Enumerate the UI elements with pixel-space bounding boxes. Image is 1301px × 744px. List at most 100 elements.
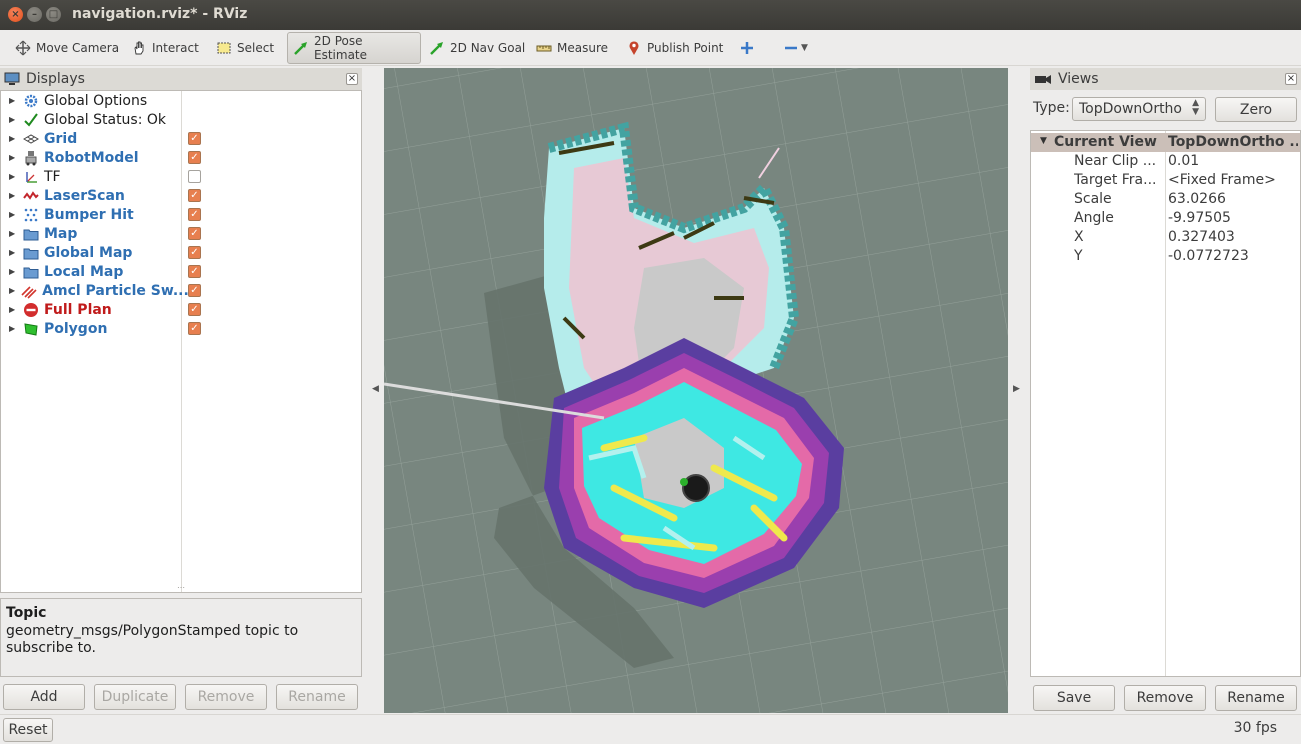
move-camera-icon — [15, 40, 31, 56]
zero-button[interactable]: Zero — [1215, 97, 1297, 122]
display-item-tf[interactable]: ▶ TF — [1, 167, 179, 186]
expand-arrow-icon[interactable]: ▶ — [9, 229, 17, 238]
view-property-row[interactable]: Angle -9.97505 — [1031, 209, 1300, 228]
view-property-value[interactable]: -0.0772723 — [1168, 248, 1298, 264]
expand-arrow-icon[interactable]: ▶ — [9, 172, 17, 181]
display-item-global-options[interactable]: ▶ Global Options — [1, 91, 179, 110]
display-item-grid[interactable]: ▶ Grid — [1, 129, 179, 148]
window-title: navigation.rviz* - RViz — [72, 6, 248, 22]
view-property-value[interactable]: -9.97505 — [1168, 210, 1298, 226]
expand-arrow-icon[interactable]: ▶ — [9, 96, 17, 105]
displays-panel: Displays × ▶ Global Options ▶ Global Status… — [0, 68, 362, 713]
close-icon[interactable]: × — [346, 73, 358, 85]
rename-view-button[interactable]: Rename — [1215, 685, 1297, 711]
enable-checkbox[interactable]: ✓ — [188, 265, 201, 278]
expand-arrow-icon[interactable]: ▼ — [1040, 136, 1047, 146]
close-icon[interactable]: × — [1285, 73, 1297, 85]
enable-checkbox[interactable]: ✓ — [188, 208, 201, 221]
2d-pose-estimate-label: 2D Pose Estimate — [314, 34, 368, 62]
view-property-value[interactable]: 63.0266 — [1168, 191, 1298, 207]
publish-point-tool[interactable]: Publish Point — [621, 34, 728, 62]
view-type-value: TopDownOrtho — [1079, 101, 1182, 117]
expand-arrow-icon[interactable]: ▶ — [9, 324, 17, 333]
remove-button[interactable]: Remove — [185, 684, 267, 710]
interact-tool[interactable]: Interact — [126, 34, 204, 62]
expand-arrow-icon[interactable]: ▶ — [9, 305, 17, 314]
view-property-row[interactable]: Y -0.0772723 — [1031, 247, 1300, 266]
render-viewport[interactable] — [384, 68, 1008, 713]
duplicate-button[interactable]: Duplicate — [94, 684, 176, 710]
move-camera-tool[interactable]: Move Camera — [10, 34, 124, 62]
enable-checkbox[interactable]: ✓ — [188, 189, 201, 202]
2d-pose-estimate-tool[interactable]: 2D Pose Estimate — [287, 32, 421, 64]
enable-checkbox[interactable]: ✓ — [188, 132, 201, 145]
enable-checkbox[interactable]: ✓ — [188, 151, 201, 164]
display-item-label: Global Map — [44, 244, 133, 261]
robot-icon — [23, 150, 39, 166]
enable-checkbox[interactable]: ✓ — [188, 227, 201, 240]
view-property-row[interactable]: X 0.327403 — [1031, 228, 1300, 247]
view-property-row[interactable]: Near Clip ... 0.01 — [1031, 152, 1300, 171]
display-item-global-status-ok[interactable]: ▶ Global Status: Ok — [1, 110, 179, 129]
enable-checkbox[interactable]: ✓ — [188, 322, 201, 335]
displays-title: Displays — [26, 71, 85, 87]
add-tool-button[interactable] — [734, 34, 760, 62]
display-item-map[interactable]: ▶ Map — [1, 224, 179, 243]
display-item-label: Grid — [44, 130, 78, 147]
display-item-label: Global Options — [44, 92, 148, 109]
type-label: Type: — [1033, 100, 1070, 116]
left-splitter-handle[interactable]: ◀ — [372, 384, 379, 394]
expand-arrow-icon[interactable]: ▶ — [9, 267, 17, 276]
display-item-amcl-particle-sw[interactable]: ▶ Amcl Particle Sw... — [1, 281, 189, 300]
add-button[interactable]: Add — [3, 684, 85, 710]
expand-arrow-icon[interactable]: ▶ — [9, 191, 17, 200]
green-arrow-icon — [293, 40, 309, 56]
save-button[interactable]: Save — [1033, 685, 1115, 711]
display-item-global-map[interactable]: ▶ Global Map — [1, 243, 179, 262]
view-type-select[interactable]: TopDownOrtho ▲ ▼ — [1072, 97, 1206, 121]
expand-arrow-icon[interactable]: ▶ — [9, 134, 17, 143]
enable-checkbox[interactable] — [188, 170, 201, 183]
view-property-value[interactable]: 0.01 — [1168, 153, 1298, 169]
right-splitter-handle[interactable]: ▶ — [1013, 384, 1020, 394]
display-item-bumper-hit[interactable]: ▶ Bumper Hit — [1, 205, 179, 224]
views-tree: ▼ Current View TopDownOrtho ... Near Cli… — [1030, 130, 1301, 677]
measure-tool[interactable]: Measure — [531, 34, 613, 62]
remove-view-button[interactable]: Remove — [1124, 685, 1206, 711]
view-property-name: Y — [1074, 248, 1083, 264]
measure-label: Measure — [557, 41, 608, 55]
2d-nav-goal-tool[interactable]: 2D Nav Goal — [424, 34, 530, 62]
current-view-row[interactable]: ▼ Current View TopDownOrtho ... — [1031, 133, 1300, 152]
expand-arrow-icon[interactable]: ▶ — [9, 286, 15, 295]
view-property-value[interactable]: 0.327403 — [1168, 229, 1298, 245]
expand-arrow-icon[interactable]: ▶ — [9, 153, 17, 162]
view-property-row[interactable]: Target Fra... <Fixed Frame> — [1031, 171, 1300, 190]
maximize-window-icon[interactable]: □ — [46, 7, 61, 22]
laser-icon — [23, 188, 39, 204]
display-item-polygon[interactable]: ▶ Polygon — [1, 319, 179, 338]
enable-checkbox[interactable]: ✓ — [188, 303, 201, 316]
display-item-label: Global Status: Ok — [44, 111, 167, 128]
view-property-name: Target Fra... — [1074, 172, 1157, 188]
map-pin-icon — [626, 40, 642, 56]
close-window-icon[interactable]: × — [8, 7, 23, 22]
enable-checkbox[interactable]: ✓ — [188, 284, 201, 297]
remove-tool-button[interactable]: ▼ — [778, 34, 813, 62]
plus-icon — [739, 40, 755, 56]
expand-arrow-icon[interactable]: ▶ — [9, 248, 17, 257]
enable-checkbox[interactable]: ✓ — [188, 246, 201, 259]
move-camera-label: Move Camera — [36, 41, 120, 55]
select-tool[interactable]: Select — [211, 34, 279, 62]
rename-button[interactable]: Rename — [276, 684, 358, 710]
display-item-robotmodel[interactable]: ▶ RobotModel — [1, 148, 179, 167]
expand-arrow-icon[interactable]: ▶ — [9, 115, 17, 124]
display-item-local-map[interactable]: ▶ Local Map — [1, 262, 179, 281]
minimize-window-icon[interactable]: – — [27, 7, 42, 22]
expand-arrow-icon[interactable]: ▶ — [9, 210, 17, 219]
reset-button[interactable]: Reset — [3, 718, 53, 742]
display-item-laserscan[interactable]: ▶ LaserScan — [1, 186, 179, 205]
chevron-down-icon: ▼ — [801, 43, 808, 53]
view-property-value[interactable]: <Fixed Frame> — [1168, 172, 1298, 188]
display-item-full-plan[interactable]: ▶ Full Plan — [1, 300, 179, 319]
view-property-row[interactable]: Scale 63.0266 — [1031, 190, 1300, 209]
